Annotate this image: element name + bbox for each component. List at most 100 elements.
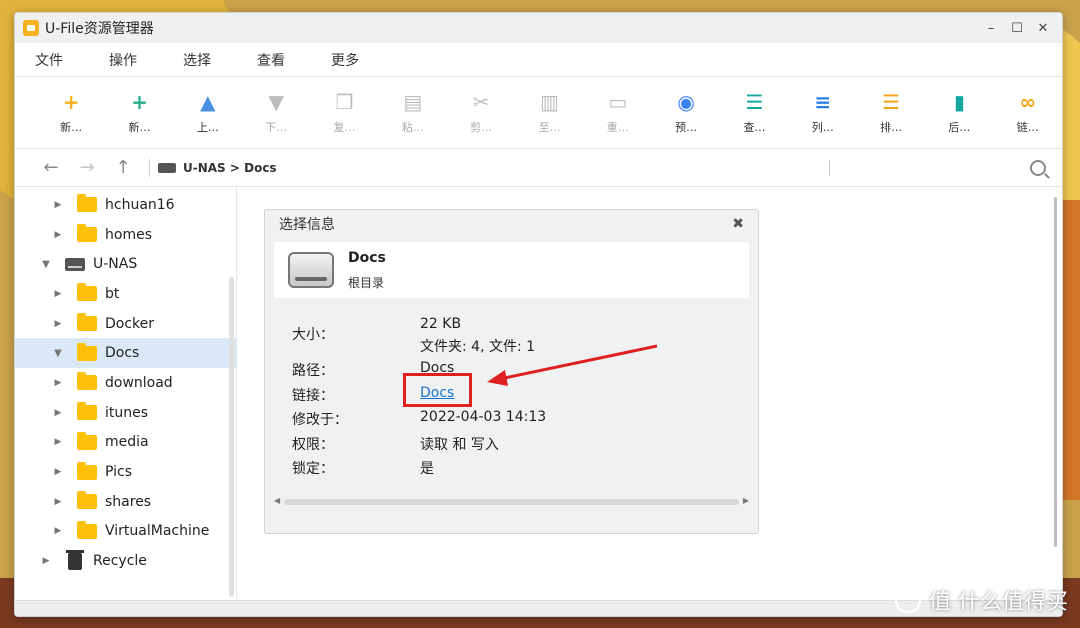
toolbar-button-cut[interactable]: ✂ 剪…: [447, 90, 515, 135]
tree-item[interactable]: ▶ bt: [15, 279, 236, 309]
toolbar-label: 查…: [743, 121, 766, 134]
search-icon[interactable]: [1030, 159, 1046, 176]
tree-item-label: bt: [105, 285, 120, 302]
menu-select[interactable]: 选择: [183, 50, 211, 70]
toolbar-label: 链…: [1016, 121, 1039, 134]
toolbar-button-paste[interactable]: ▤ 粘…: [379, 90, 447, 135]
app-icon: [23, 20, 39, 36]
chevron-right-icon[interactable]: ▶: [51, 319, 65, 329]
tree-item-label: Docs: [105, 345, 140, 362]
link-icon: ∞: [1019, 90, 1037, 114]
maximize-button[interactable]: ☐: [1006, 21, 1028, 36]
toolbar-label: 复…: [333, 121, 356, 134]
address-bar: ← → ↑ U-NAS > Docs: [15, 149, 1062, 187]
window-title: U-File资源管理器: [45, 21, 154, 37]
tree-item[interactable]: ▶ hchuan16: [15, 190, 236, 220]
tree-item[interactable]: ▶ download: [15, 368, 236, 398]
toolbar-button-new-file[interactable]: + 新…: [105, 90, 173, 135]
toolbar-button-trash[interactable]: ▥ 至…: [515, 90, 583, 135]
minimize-button[interactable]: –: [980, 21, 1002, 36]
trash-icon: ▥: [540, 90, 559, 114]
main-scrollbar[interactable]: [1054, 187, 1058, 560]
chevron-right-icon[interactable]: ▶: [51, 230, 65, 240]
toolbar-label: 至…: [538, 121, 561, 134]
chevron-right-icon[interactable]: ▶: [51, 378, 65, 388]
folder-icon: [77, 402, 97, 421]
toolbar-button-panel[interactable]: ▮ 后…: [925, 90, 993, 135]
chevron-right-icon[interactable]: ▶: [51, 437, 65, 447]
recycle-bin-icon: [66, 549, 84, 570]
folder-icon: [77, 283, 97, 302]
toolbar-label: 列…: [811, 121, 834, 134]
dialog-hscrollbar[interactable]: ◀ ▶: [274, 496, 749, 506]
tree-item[interactable]: ▼ Docs: [15, 338, 236, 369]
tree-item[interactable]: ▶ itunes: [15, 398, 236, 428]
separator: [829, 159, 830, 176]
toolbar-button-new-folder[interactable]: + 新…: [37, 90, 105, 135]
tree-item[interactable]: ▶ media: [15, 428, 236, 458]
cut-icon: ✂: [472, 90, 490, 114]
menu-file[interactable]: 文件: [35, 50, 63, 70]
toolbar-button-upload[interactable]: ▲ 上…: [174, 90, 242, 135]
chevron-down-icon[interactable]: ▼: [39, 259, 53, 270]
tree-item-label: homes: [105, 226, 152, 243]
tree-item[interactable]: ▼ U-NAS: [15, 249, 236, 279]
tree-item[interactable]: ▶ shares: [15, 487, 236, 517]
tree-item[interactable]: ▶ Recycle: [15, 546, 236, 576]
nas-drive-icon: [158, 162, 176, 173]
menu-more[interactable]: 更多: [331, 50, 359, 70]
chevron-right-icon[interactable]: ▶: [51, 408, 65, 418]
watermark-text: 值 什么值得买: [929, 590, 1068, 615]
toolbar-button-preview[interactable]: ◉ 预…: [652, 90, 720, 135]
toolbar-button-rename[interactable]: ▭ 重…: [584, 90, 652, 135]
view-icon: ☰: [745, 90, 764, 114]
tree-item-label: download: [105, 374, 173, 391]
tree-item-label: media: [105, 434, 149, 451]
paste-icon: ▤: [403, 90, 423, 114]
chevron-right-icon[interactable]: ▶: [39, 556, 53, 566]
back-arrow-icon[interactable]: ←: [33, 157, 69, 178]
menu-operate[interactable]: 操作: [109, 50, 137, 70]
new-folder-icon: +: [62, 90, 80, 114]
tree-item[interactable]: ▶ VirtualMachine: [15, 517, 236, 547]
watermark-logo: [895, 587, 921, 613]
toolbar-button-copy[interactable]: ❐ 复…: [310, 90, 378, 135]
close-button[interactable]: ✕: [1032, 21, 1054, 36]
tree-item[interactable]: ▶ Docker: [15, 309, 236, 339]
folder-icon: [77, 461, 97, 480]
chevron-right-icon[interactable]: ▶: [51, 497, 65, 507]
tree-item-label: itunes: [105, 404, 149, 421]
toolbar-button-list[interactable]: ≡ 列…: [789, 90, 857, 135]
folder-icon: [77, 313, 97, 332]
tree-item-label: hchuan16: [105, 196, 175, 213]
sidebar-scrollbar[interactable]: [227, 187, 236, 600]
up-arrow-icon[interactable]: ↑: [105, 157, 141, 178]
chevron-right-icon[interactable]: ▶: [51, 200, 65, 210]
folder-icon: [77, 372, 97, 391]
toolbar-label: 预…: [675, 121, 698, 134]
toolbar-button-view[interactable]: ☰ 查…: [720, 90, 788, 135]
tree-item-label: VirtualMachine: [105, 523, 210, 540]
breadcrumb[interactable]: U-NAS > Docs: [158, 161, 277, 175]
menu-view[interactable]: 查看: [257, 50, 285, 70]
title-bar: U-File资源管理器 – ☐ ✕: [15, 13, 1062, 43]
main-panel: 选择信息 ✖ Docs 根目录 大小： 22 KB 文件夹: 4, 文件: 1 …: [237, 187, 1062, 600]
tree-item[interactable]: ▶ Pics: [15, 457, 236, 487]
folder-icon: [77, 491, 97, 510]
toolbar-button-sort[interactable]: ☰ 排…: [857, 90, 925, 135]
tree-item-label: Docker: [105, 315, 155, 332]
chevron-right-icon[interactable]: ▶: [51, 289, 65, 299]
tree-item[interactable]: ▶ homes: [15, 220, 236, 250]
toolbar-label: 后…: [948, 121, 971, 134]
menu-bar: 文件 操作 选择 查看 更多: [15, 43, 1062, 77]
toolbar-button-download[interactable]: ▼ 下…: [242, 90, 310, 135]
toolbar-label: 新…: [60, 121, 83, 134]
annotation-arrow: [487, 344, 658, 386]
rename-icon: ▭: [608, 90, 628, 114]
chevron-right-icon[interactable]: ▶: [51, 526, 65, 536]
forward-arrow-icon[interactable]: →: [69, 157, 105, 178]
toolbar-button-link[interactable]: ∞ 链…: [994, 90, 1062, 135]
chevron-right-icon[interactable]: ▶: [51, 467, 65, 477]
chevron-down-icon[interactable]: ▼: [51, 348, 65, 359]
folder-icon: [77, 194, 97, 213]
